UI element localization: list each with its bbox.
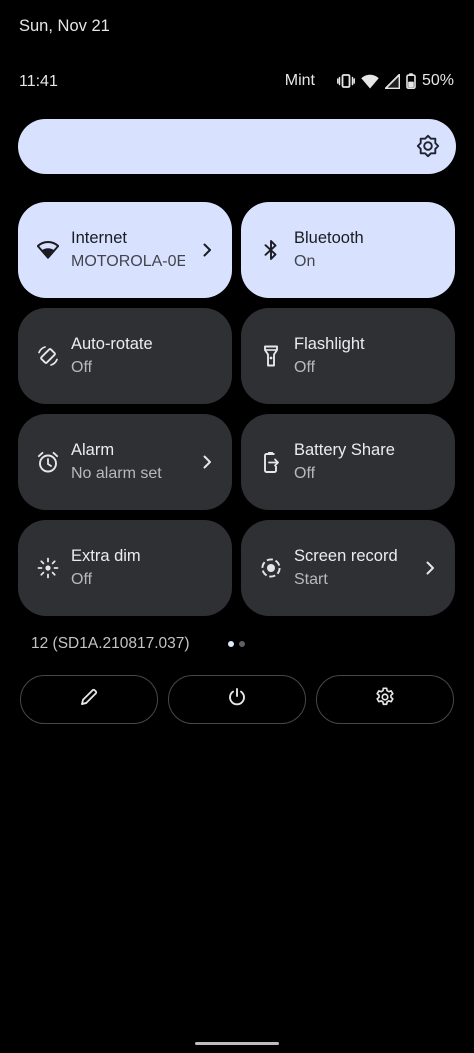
tile-subtitle: MOTOROLA-0E [71, 253, 185, 270]
tile-title: Extra dim [71, 547, 141, 565]
tile-title: Internet [71, 229, 127, 247]
power-icon [227, 687, 247, 712]
tile-title: Bluetooth [294, 229, 364, 247]
brightness-icon [416, 134, 440, 158]
page-dot [239, 641, 245, 647]
build-number[interactable]: 12 (SD1A.210817.037) [31, 635, 190, 653]
wifi-icon [361, 74, 379, 89]
page-dot-active [228, 641, 234, 647]
bluetooth-icon [259, 238, 283, 262]
extra-dim-icon [36, 556, 60, 580]
flashlight-icon [259, 344, 283, 368]
tile-bluetooth[interactable]: Bluetooth On [241, 202, 455, 298]
tile-alarm[interactable]: Alarm No alarm set [18, 414, 232, 510]
brightness-slider[interactable] [18, 119, 456, 174]
tile-subtitle: Off [294, 465, 316, 482]
gesture-nav-handle[interactable] [195, 1042, 279, 1045]
settings-icon [374, 686, 396, 713]
edit-icon [79, 687, 99, 712]
signal-icon [384, 73, 400, 89]
tile-subtitle: No alarm set [71, 465, 162, 482]
chevron-right-icon [423, 558, 437, 578]
tile-title: Auto-rotate [71, 335, 153, 353]
tile-extra-dim[interactable]: Extra dim Off [18, 520, 232, 616]
clock: 11:41 [19, 73, 58, 90]
tile-subtitle: Off [294, 359, 316, 376]
tile-title: Alarm [71, 441, 115, 459]
tile-flashlight[interactable]: Flashlight Off [241, 308, 455, 404]
auto-rotate-icon [36, 344, 60, 368]
tile-subtitle: On [294, 253, 316, 270]
edit-button[interactable] [20, 675, 158, 724]
tile-auto-rotate[interactable]: Auto-rotate Off [18, 308, 232, 404]
battery-share-icon [259, 450, 283, 474]
tile-subtitle: Off [71, 571, 93, 588]
screen-record-icon [259, 556, 283, 580]
alarm-icon [36, 450, 60, 474]
power-button[interactable] [168, 675, 306, 724]
tile-title: Screen record [294, 547, 398, 565]
battery-percent: 50% [421, 72, 454, 89]
status-icons: Mint 50% [285, 72, 454, 90]
chevron-right-icon [200, 240, 214, 260]
tile-internet[interactable]: Internet MOTOROLA-0E [18, 202, 232, 298]
battery-icon [406, 73, 416, 89]
tile-screen-record[interactable]: Screen record Start [241, 520, 455, 616]
tile-subtitle: Start [294, 571, 328, 588]
date-label: Sun, Nov 21 [19, 17, 110, 35]
wifi-icon [36, 238, 60, 262]
vibrate-icon [337, 73, 355, 89]
chevron-right-icon [200, 452, 214, 472]
tile-subtitle: Off [71, 359, 93, 376]
settings-button[interactable] [316, 675, 454, 724]
page-indicator [228, 641, 245, 647]
carrier-label: Mint [284, 72, 315, 89]
tile-title: Battery Share [294, 441, 395, 459]
tile-battery-share[interactable]: Battery Share Off [241, 414, 455, 510]
tile-title: Flashlight [294, 335, 365, 353]
